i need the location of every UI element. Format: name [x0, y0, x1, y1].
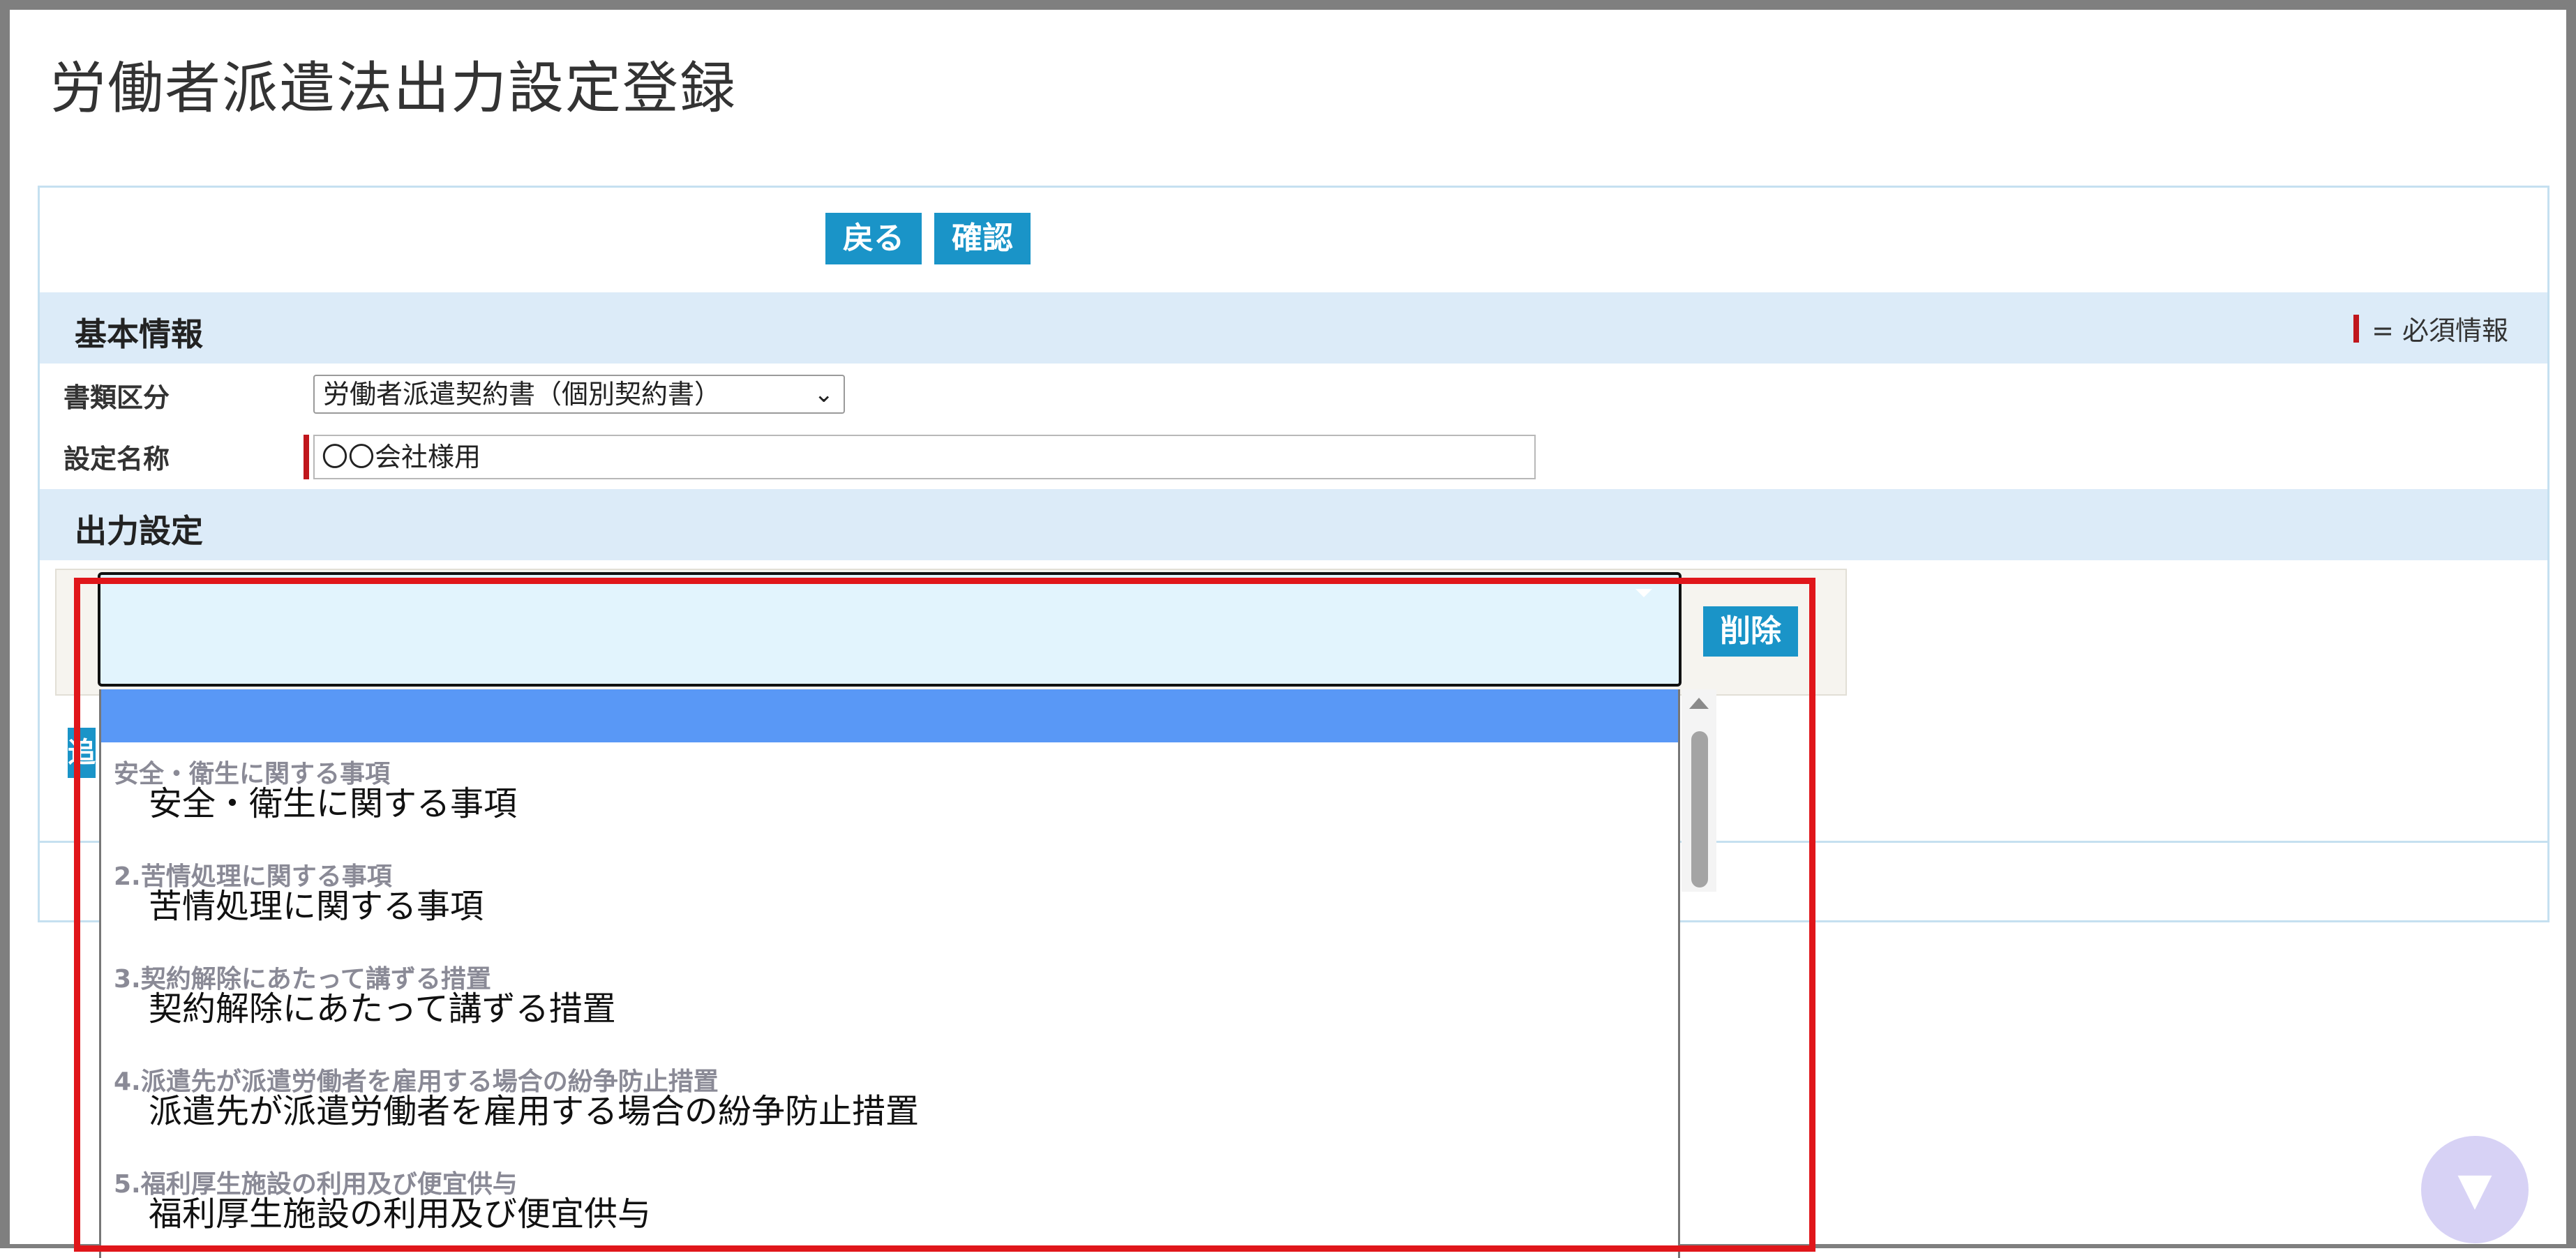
dropdown-option[interactable]: 安全・衛生に関する事項: [149, 776, 517, 825]
required-legend: = 必須情報: [2353, 309, 2508, 347]
dropdown-scrollbar[interactable]: [1682, 689, 1716, 892]
setting-name-input[interactable]: 〇〇会社様用: [313, 435, 1536, 479]
dropdown-option[interactable]: 福利厚生施設の利用及び便宜供与: [149, 1186, 651, 1235]
chevron-down-icon: ⌄: [814, 380, 834, 408]
output-settings-section-header: 出力設定: [40, 489, 2547, 560]
dropdown-option[interactable]: 派遣先が派遣労働者を雇用する場合の紛争防止措置: [149, 1084, 919, 1132]
scrollbar-thumb[interactable]: [1691, 731, 1708, 888]
add-button[interactable]: 追: [68, 728, 96, 778]
required-marker-icon: [2353, 314, 2360, 343]
confirm-button[interactable]: 確認: [934, 213, 1031, 264]
setting-name-label: 設定名称: [63, 444, 170, 474]
scroll-up-arrow-icon[interactable]: [1689, 698, 1709, 709]
dropdown-list[interactable]: 安全・衛生に関する事項 安全・衛生に関する事項 2.苦情処理に関する事項 苦情処理に関…: [99, 689, 1680, 1258]
basic-info-section-header: 基本情報 = 必須情報: [40, 292, 2547, 364]
page-title: 労働者派遣法出力設定登録: [50, 56, 737, 121]
output-settings-title: 出力設定: [75, 512, 203, 550]
back-button[interactable]: 戻る: [825, 213, 922, 264]
output-item-combobox[interactable]: [98, 572, 1682, 687]
caret-down-icon: [1635, 589, 1652, 597]
required-legend-text: = 必須情報: [2372, 315, 2508, 346]
dropdown-option[interactable]: 契約解除にあたって講ずる措置: [149, 981, 616, 1030]
basic-info-title: 基本情報: [75, 315, 203, 353]
doc-type-label: 書類区分: [63, 382, 170, 413]
window-frame: 労働者派遣法出力設定登録 戻る 確認 基本情報 = 必須情報 書類区分 労働者派…: [0, 0, 2576, 1258]
scroll-down-button[interactable]: ▼: [2421, 1136, 2529, 1243]
delete-button[interactable]: 削除: [1703, 606, 1798, 657]
dropdown-option-empty-selected[interactable]: [101, 689, 1678, 742]
doc-type-select[interactable]: 労働者派遣契約書（個別契約書） ⌄: [313, 375, 845, 414]
dropdown-option[interactable]: 苦情処理に関する事項: [149, 878, 484, 927]
required-marker-icon: [304, 435, 309, 479]
doc-type-value: 労働者派遣契約書（個別契約書）: [323, 379, 721, 410]
